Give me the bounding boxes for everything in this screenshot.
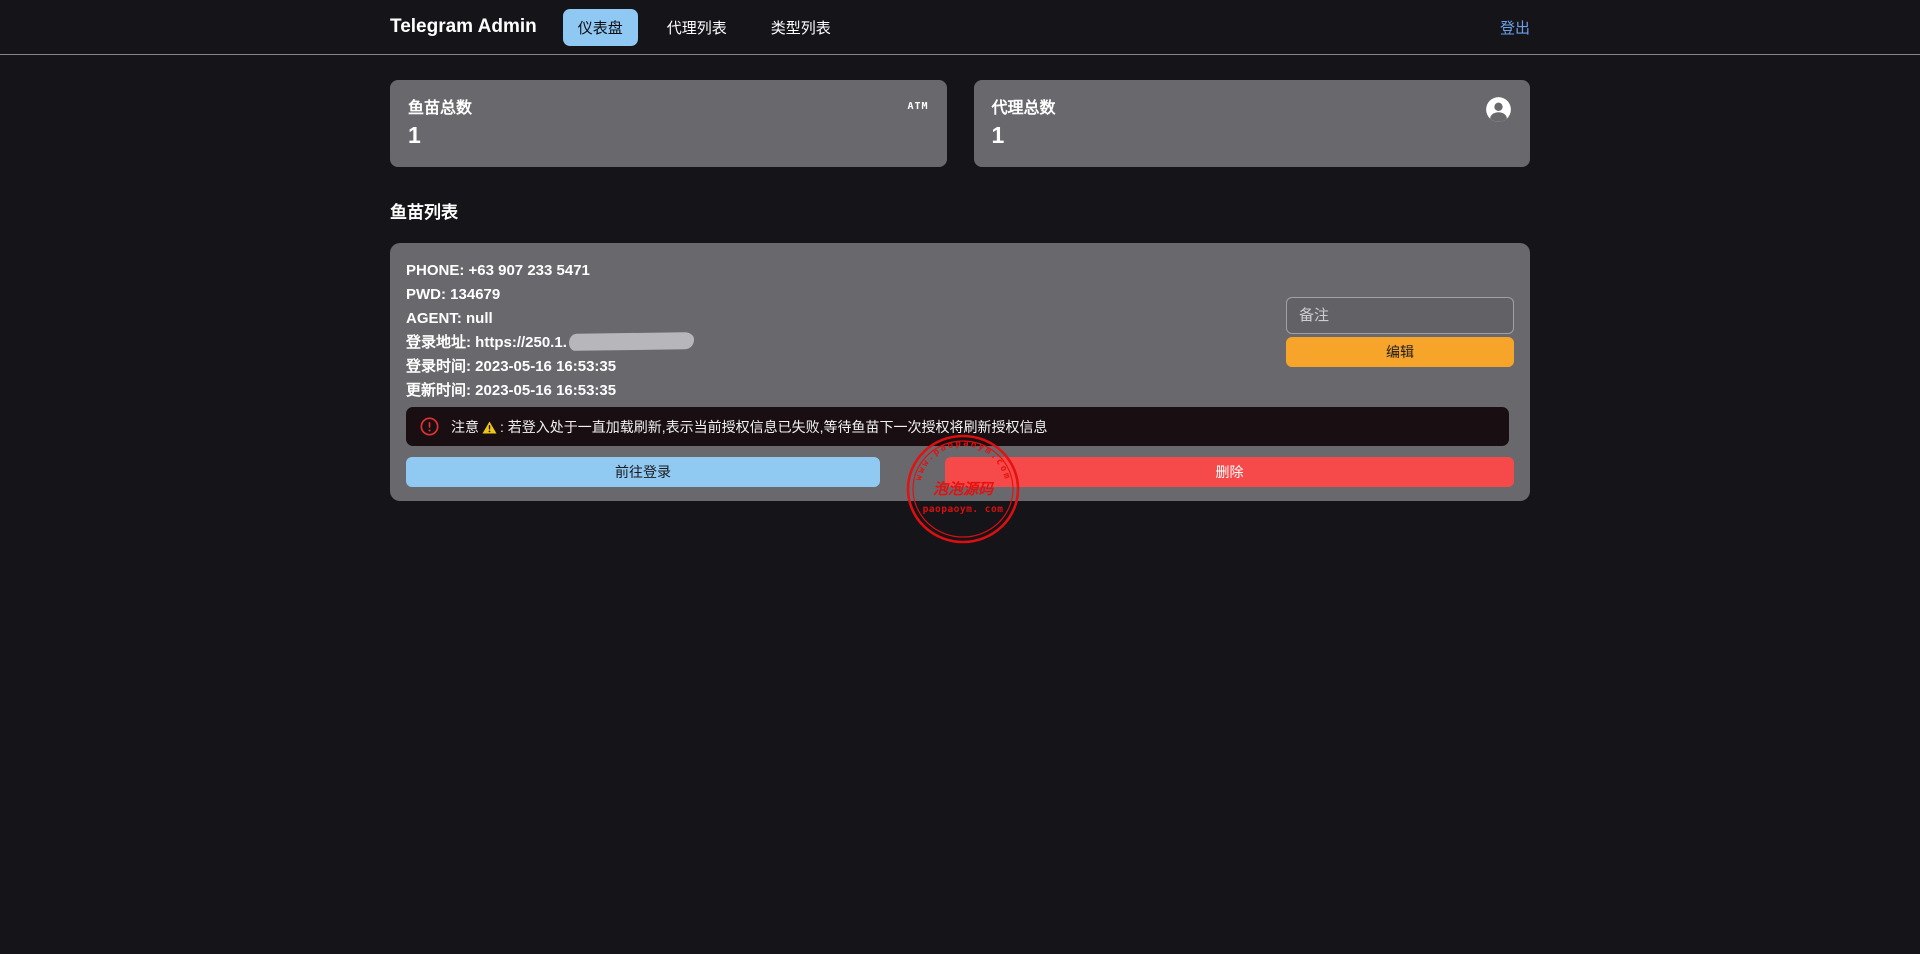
record-update-time: 更新时间: 2023-05-16 16:53:35 [406, 379, 1514, 403]
nav-tabs: 仪表盘 代理列表 类型列表 [563, 9, 1500, 46]
tab-dashboard[interactable]: 仪表盘 [563, 9, 638, 46]
stat-value: 1 [408, 122, 929, 149]
note-edit-column: 编辑 [1286, 297, 1514, 367]
logout-link[interactable]: 登出 [1500, 17, 1530, 38]
navbar: Telegram Admin 仪表盘 代理列表 类型列表 登出 [0, 0, 1920, 55]
stats-row: 鱼苗总数 1 ATM 代理总数 1 [390, 80, 1530, 167]
exclamation-circle-icon [420, 417, 439, 436]
stat-value: 1 [992, 122, 1513, 149]
notice-bar: 注意: 若登入处于一直加载刷新,表示当前授权信息已失败,等待鱼苗下一次授权将刷新… [406, 407, 1509, 446]
tab-type-list[interactable]: 类型列表 [756, 9, 846, 46]
fish-record-card: PHONE: +63 907 233 5471 PWD: 134679 AGEN… [390, 243, 1530, 501]
edit-button[interactable]: 编辑 [1286, 337, 1514, 367]
stat-card-fish-total: 鱼苗总数 1 ATM [390, 80, 947, 167]
note-input[interactable] [1286, 297, 1514, 334]
action-buttons-row: 前往登录 删除 [406, 457, 1514, 487]
stamp-bottom-text: paopaoym. com [923, 504, 1004, 515]
person-circle-icon [1485, 96, 1512, 128]
stat-title: 鱼苗总数 [408, 94, 929, 118]
stat-card-agent-total: 代理总数 1 [974, 80, 1531, 167]
redacted-url-blob [569, 332, 694, 351]
section-title-fish-list: 鱼苗列表 [390, 198, 1530, 223]
record-phone: PHONE: +63 907 233 5471 [406, 259, 1514, 283]
tab-agent-list[interactable]: 代理列表 [652, 9, 742, 46]
warning-triangle-icon [482, 421, 497, 437]
atm-icon: ATM [907, 96, 928, 114]
watermark-stamp: www.paopaoym.com 泡泡源码 paopaoym. com [905, 431, 1021, 547]
go-login-button[interactable]: 前往登录 [406, 457, 880, 487]
stat-title: 代理总数 [992, 94, 1513, 118]
app-brand: Telegram Admin [390, 16, 537, 38]
notice-text: 注意: 若登入处于一直加载刷新,表示当前授权信息已失败,等待鱼苗下一次授权将刷新… [451, 417, 1048, 437]
delete-button[interactable]: 删除 [945, 457, 1514, 487]
